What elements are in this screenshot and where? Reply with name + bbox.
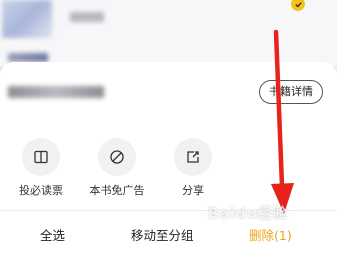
selected-book-name-blurred xyxy=(8,86,104,98)
ad-free-button[interactable]: 本书免广告 xyxy=(82,138,152,198)
share-icon xyxy=(187,151,199,163)
book-details-button[interactable]: 书籍详情 xyxy=(259,80,323,104)
book-icon xyxy=(34,150,48,164)
watermark-logo: Baidu经验 xyxy=(208,206,288,222)
book-entry-top xyxy=(0,0,337,66)
ad-free-label: 本书免广告 xyxy=(89,184,145,197)
selected-check-icon[interactable] xyxy=(291,0,305,11)
vote-must-read-label: 投必读票 xyxy=(19,184,63,197)
share-button[interactable]: 分享 xyxy=(158,138,228,198)
select-all-button[interactable]: 全选 xyxy=(40,225,65,244)
vote-must-read-button[interactable]: 投必读票 xyxy=(6,138,76,198)
no-ad-icon xyxy=(110,150,124,164)
book-cover-blurred xyxy=(2,0,52,38)
book-subtitle-blurred xyxy=(8,53,48,62)
move-to-group-button[interactable]: 移动至分组 xyxy=(131,225,194,244)
book-title-blurred xyxy=(70,12,104,22)
share-label: 分享 xyxy=(182,184,204,197)
book-options-sheet: 书籍详情 投必读票 本书免广告 分享 xyxy=(0,62,337,210)
